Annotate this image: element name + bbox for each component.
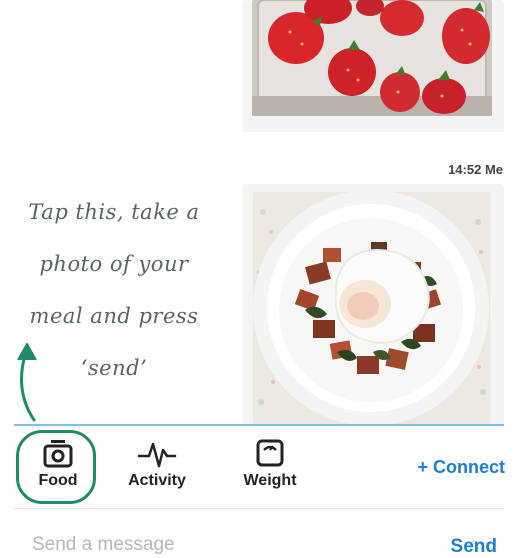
meal-photo[interactable] (253, 192, 490, 424)
annotation-line-1: Tap this, take a (28, 200, 200, 224)
strawberries-image (252, 0, 492, 116)
message-time: 14:52 (448, 162, 482, 177)
weight-button[interactable]: Weight (232, 436, 308, 490)
message-sender: Me (484, 162, 503, 177)
composer-divider (14, 508, 504, 509)
message-timestamp: 14:52 Me (448, 162, 503, 177)
food-label: Food (38, 472, 78, 489)
toolbar-divider (14, 424, 504, 426)
scale-icon (232, 436, 308, 470)
meal-image (253, 192, 490, 424)
instruction-annotation: Tap this, take a photo of your meal and … (14, 186, 214, 394)
weight-label: Weight (243, 472, 297, 489)
camera-icon (22, 436, 94, 470)
food-button[interactable]: Food (22, 436, 94, 490)
strawberries-photo[interactable] (252, 0, 492, 116)
activity-button[interactable]: Activity (118, 436, 196, 490)
annotation-line-3: meal and press (29, 304, 199, 328)
connect-button[interactable]: + Connect (417, 457, 505, 478)
message-input[interactable] (32, 534, 332, 556)
activity-label: Activity (128, 472, 186, 489)
annotation-line-4: ‘send’ (80, 356, 148, 380)
send-button[interactable]: Send (451, 536, 497, 558)
pulse-icon (118, 436, 196, 470)
annotation-line-2: photo of your (39, 252, 189, 276)
